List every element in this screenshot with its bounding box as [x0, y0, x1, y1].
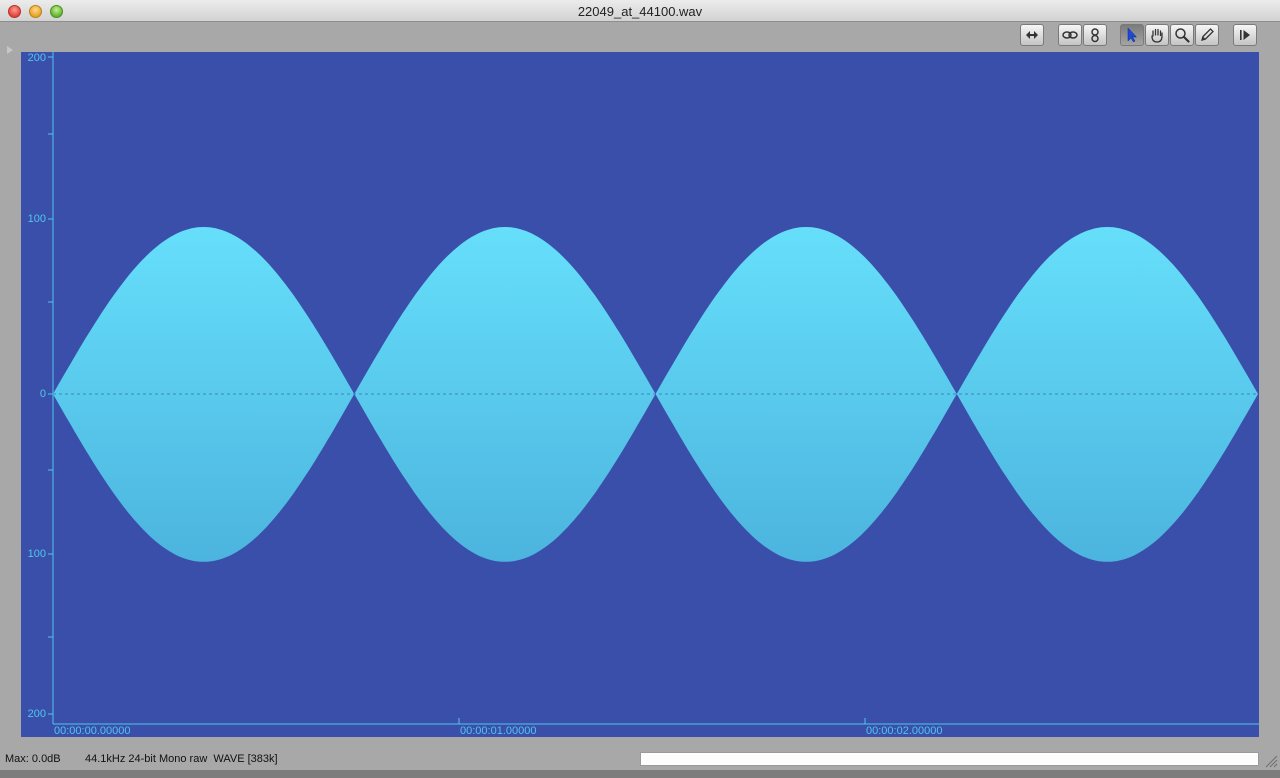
- progress-field: [640, 752, 1259, 766]
- hand-icon: [1151, 28, 1163, 43]
- loop-selection-button[interactable]: [1020, 24, 1044, 46]
- pencil-tool-button[interactable]: [1195, 24, 1219, 46]
- y-axis-ticks: [48, 56, 53, 715]
- background-strip: [0, 770, 1280, 778]
- y-label-zero: 0: [39, 388, 46, 400]
- y-label-bottom: 200: [27, 708, 46, 720]
- window-title: 22049_at_44100.wav: [577, 4, 703, 19]
- resize-grip-icon[interactable]: [1264, 754, 1278, 768]
- format-info-text: 44.1kHz 24-bit Mono raw WAVE [383k]: [85, 753, 278, 765]
- y-label-upper: 100: [27, 213, 46, 225]
- max-level-text: Max: 0.0dB: [5, 753, 61, 765]
- hand-tool-button[interactable]: [1145, 24, 1169, 46]
- channels-button[interactable]: [1083, 24, 1107, 46]
- y-label-lower: 100: [27, 548, 46, 560]
- time-label-1: 00:00:01.00000: [460, 725, 537, 737]
- loop-selection-icon: [1026, 31, 1038, 39]
- disclosure-arrow-icon[interactable]: [7, 46, 13, 54]
- pencil-icon: [1201, 28, 1214, 41]
- waveform-view[interactable]: 200 100 0 100 200 00:00:00.00000 00:00:0…: [21, 52, 1259, 737]
- channels-icon: [1091, 28, 1099, 43]
- play-button[interactable]: [1233, 24, 1257, 46]
- toolbar: [0, 22, 1280, 50]
- zoom-tool-button[interactable]: [1170, 24, 1194, 46]
- time-axis-ticks: [52, 718, 866, 724]
- time-label-2: 00:00:02.00000: [866, 725, 943, 737]
- arrow-pointer-icon: [1127, 27, 1138, 43]
- time-label-0: 00:00:00.00000: [54, 725, 131, 737]
- magnifier-icon: [1175, 28, 1190, 43]
- title-bar[interactable]: 22049_at_44100.wav: [0, 0, 1280, 22]
- sound-editor-window: 22049_at_44100.wav 200 100 0 100 200 00:…: [0, 0, 1280, 778]
- waveform-canvas: [48, 52, 1259, 725]
- y-label-top: 200: [27, 52, 46, 64]
- link-icon: [1062, 31, 1078, 39]
- play-icon: [1240, 30, 1250, 40]
- link-button[interactable]: [1058, 24, 1082, 46]
- arrow-tool-button[interactable]: [1120, 24, 1144, 46]
